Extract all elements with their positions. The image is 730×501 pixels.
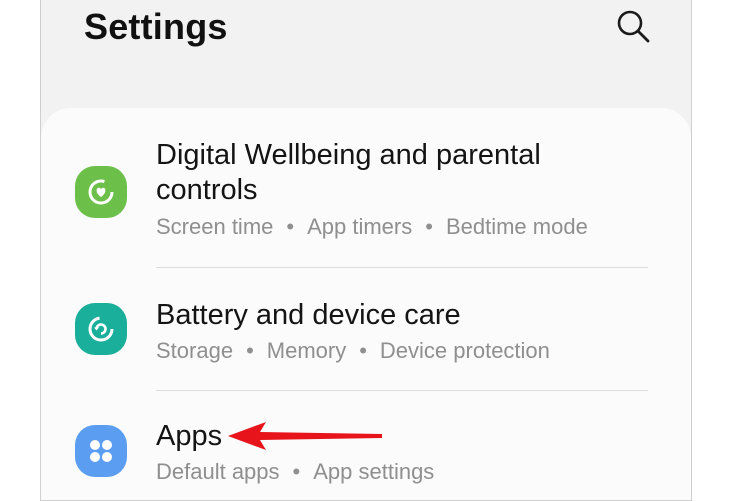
settings-item-digital-wellbeing[interactable]: Digital Wellbeing and parental controls … <box>41 108 691 268</box>
device-care-icon <box>75 303 127 355</box>
settings-item-title: Apps <box>156 420 223 452</box>
separator-dot: • <box>425 214 433 239</box>
subtitle-part: Bedtime mode <box>445 214 588 239</box>
settings-item-subtitle: Storage • Memory • Device protection <box>156 338 550 364</box>
annotation-arrow-icon <box>228 422 382 450</box>
settings-item-title: Battery and device care <box>156 299 461 331</box>
subtitle-part: App settings <box>313 459 435 484</box>
separator-dot: • <box>292 459 301 484</box>
settings-item-title: Digital Wellbeing and parental controls <box>156 139 541 206</box>
search-icon <box>617 10 650 43</box>
subtitle-part: Default apps <box>156 459 280 484</box>
page-title: Settings <box>84 6 228 47</box>
separator-dot: • <box>246 338 254 363</box>
settings-item-battery-device-care[interactable]: Battery and device care Storage • Memory • D… <box>41 268 691 390</box>
subtitle-part: App timers <box>307 214 413 239</box>
search-button[interactable] <box>615 8 651 44</box>
wellbeing-icon <box>75 166 127 218</box>
subtitle-part: Device protection <box>379 338 550 363</box>
subtitle-part: Screen time <box>156 214 274 239</box>
separator-dot: • <box>359 338 367 363</box>
settings-item-subtitle: Screen time • App timers • Bedtime mode <box>156 214 588 240</box>
subtitle-part: Memory <box>266 338 347 363</box>
subtitle-part: Storage <box>156 338 234 363</box>
separator-dot: • <box>286 214 295 239</box>
apps-grid-icon <box>75 425 127 477</box>
settings-item-subtitle: Default apps • App settings <box>156 459 434 485</box>
